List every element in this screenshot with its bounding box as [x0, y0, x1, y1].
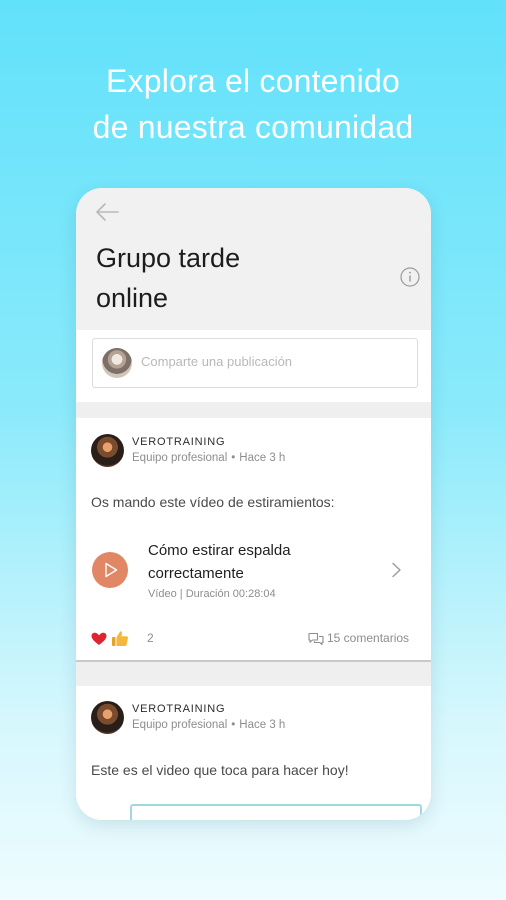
post-author[interactable]: VEROTRAINING: [132, 703, 225, 715]
video-title-line-1: Cómo estirar espalda: [148, 542, 291, 559]
arrow-left-icon[interactable]: [93, 198, 121, 226]
post-text: Este es el video que toca para hacer hoy…: [91, 762, 349, 778]
share-post-input[interactable]: Comparte una publicación: [92, 338, 418, 388]
video-meta: Vídeo | Duración 00:28:04: [148, 588, 276, 600]
comments-count: 15 comentarios: [327, 631, 410, 645]
group-title: Grupo tarde online: [96, 238, 240, 318]
chevron-right-icon: [392, 562, 401, 578]
hero-line-1: Explora el contenido: [106, 63, 400, 99]
post-author[interactable]: VEROTRAINING: [132, 436, 225, 448]
composer-section: Comparte una publicación: [76, 330, 431, 402]
post-time: Hace 3 h: [239, 452, 286, 464]
hero-line-2: de nuestra comunidad: [92, 109, 414, 145]
comments-icon: [308, 632, 324, 646]
thumbs-up-icon: [112, 631, 128, 646]
post-card: VEROTRAINING Equipo profesional • Hace 3 h…: [76, 686, 431, 820]
group-title-line-1: Grupo tarde: [96, 243, 241, 273]
video-attachment[interactable]: Cómo estirar espalda correctamente Vídeo…: [76, 528, 431, 608]
post-card: VEROTRAINING Equipo profesional • Hace 3 h…: [76, 418, 431, 662]
info-icon[interactable]: [399, 266, 421, 288]
user-avatar: [102, 348, 132, 378]
meta-separator: •: [231, 452, 236, 464]
share-post-placeholder: Comparte una publicación: [141, 354, 293, 369]
post-meta: Equipo profesional • Hace 3 h: [132, 452, 285, 464]
post-time: Hace 3 h: [239, 719, 286, 731]
video-title-line-2: correctamente: [148, 565, 244, 582]
meta-separator: •: [231, 719, 236, 731]
reaction-count: 2: [147, 631, 154, 645]
group-title-line-2: online: [96, 283, 169, 313]
embedded-attachment[interactable]: [130, 804, 422, 820]
post-text: Os mando este vídeo de estiramientos:: [91, 494, 335, 510]
post-role: Equipo profesional: [132, 452, 228, 464]
video-title: Cómo estirar espalda correctamente: [148, 539, 291, 585]
author-avatar[interactable]: [91, 434, 124, 467]
group-header: Grupo tarde online: [76, 188, 431, 330]
post-role: Equipo profesional: [132, 719, 228, 731]
author-avatar[interactable]: [91, 701, 124, 734]
play-icon[interactable]: [92, 552, 128, 588]
post-meta: Equipo profesional • Hace 3 h: [132, 719, 285, 731]
hero-heading: Explora el contenido de nuestra comunida…: [0, 58, 506, 150]
heart-icon: [91, 632, 107, 645]
phone-screen: Grupo tarde online Comparte una publicac…: [76, 188, 431, 820]
